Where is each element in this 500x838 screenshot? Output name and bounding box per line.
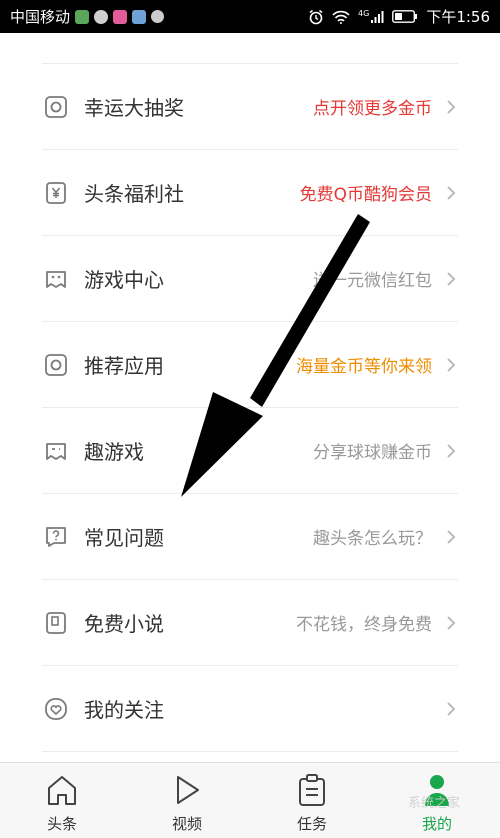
gamepad-icon <box>44 267 68 291</box>
menu-item-my-follows[interactable]: 我的关注 <box>42 666 458 752</box>
app-notification-icon <box>113 9 128 24</box>
app-notification-icon <box>132 9 147 24</box>
heart-icon <box>44 697 68 721</box>
menu-item-faq[interactable]: 常见问题 趣头条怎么玩？ <box>42 494 458 580</box>
menu-item-recommended-apps[interactable]: 推荐应用 海量金币等你来领 <box>42 322 458 408</box>
game-controller-icon <box>44 439 68 463</box>
chevron-right-icon <box>446 529 458 545</box>
menu-item-game-center[interactable]: 游戏中心 送一元微信红包 <box>42 236 458 322</box>
menu-item-label: 头条福利社 <box>84 182 184 206</box>
carrier-label: 中国移动 <box>10 8 71 26</box>
wifi-icon <box>332 10 350 24</box>
menu-item-welfare[interactable]: 头条福利社 免费Q币酷狗会员 <box>42 150 458 236</box>
tab-video[interactable]: 视频 <box>147 763 227 838</box>
chevron-right-icon <box>446 357 458 373</box>
menu-item-label: 游戏中心 <box>84 268 164 292</box>
menu-item-subtitle: 送一元微信红包 <box>313 271 432 291</box>
status-time: 下午1:56 <box>426 8 490 26</box>
yen-icon <box>44 181 68 205</box>
menu-item-label: 常见问题 <box>84 526 164 550</box>
menu-item-label: 幸运大抽奖 <box>84 96 184 120</box>
tab-tasks[interactable]: 任务 <box>272 763 352 838</box>
app-notification-icon <box>75 9 90 24</box>
play-icon <box>177 776 199 804</box>
menu-item-subtitle: 点开领更多金币 <box>313 99 432 119</box>
chevron-right-icon <box>446 185 458 201</box>
chevron-right-icon <box>446 443 458 459</box>
chevron-right-icon <box>446 271 458 287</box>
chevron-right-icon <box>446 701 458 717</box>
menu-item-subtitle: 不花钱，终身免费 <box>296 615 432 635</box>
menu-item-label: 趣游戏 <box>84 440 144 464</box>
battery-icon <box>392 10 418 23</box>
status-bar: 中国移动 4G 下午1:56 <box>0 0 500 33</box>
circle-square-icon <box>44 95 68 119</box>
menu-item-label: 推荐应用 <box>84 354 164 378</box>
alarm-icon <box>309 9 323 24</box>
tab-label: 视频 <box>171 815 202 833</box>
clipboard-icon <box>299 774 325 806</box>
tab-headlines[interactable]: 头条 <box>22 763 102 838</box>
app-icon <box>44 353 68 377</box>
menu-item-subtitle: 趣头条怎么玩？ <box>313 529 432 549</box>
home-icon <box>48 776 76 805</box>
menu-item-lucky-draw[interactable]: 幸运大抽奖 点开领更多金币 <box>42 64 458 150</box>
chevron-right-icon <box>446 615 458 631</box>
menu-item-free-novels[interactable]: 免费小说 不花钱，终身免费 <box>42 580 458 666</box>
tab-label: 任务 <box>296 815 327 833</box>
menu-item-label: 我的关注 <box>84 698 164 722</box>
tab-label: 头条 <box>46 815 77 833</box>
book-icon <box>44 611 68 635</box>
menu-item-subtitle: 免费Q币酷狗会员 <box>299 185 432 205</box>
cellular-signal-icon: 4G <box>358 9 384 24</box>
menu-item-fun-games[interactable]: 趣游戏 分享球球赚金币 <box>42 408 458 494</box>
menu-item-label: 免费小说 <box>84 612 164 636</box>
tab-label: 我的 <box>421 815 452 833</box>
message-notification-icon <box>94 9 109 24</box>
menu-item-subtitle: 分享球球赚金币 <box>313 443 432 463</box>
watermark-logo: 系统之家 <box>408 795 461 810</box>
chevron-right-icon <box>446 99 458 115</box>
question-icon <box>44 525 68 549</box>
settings-notification-icon <box>151 10 165 23</box>
menu-item-subtitle: 海量金币等你来领 <box>296 357 432 377</box>
